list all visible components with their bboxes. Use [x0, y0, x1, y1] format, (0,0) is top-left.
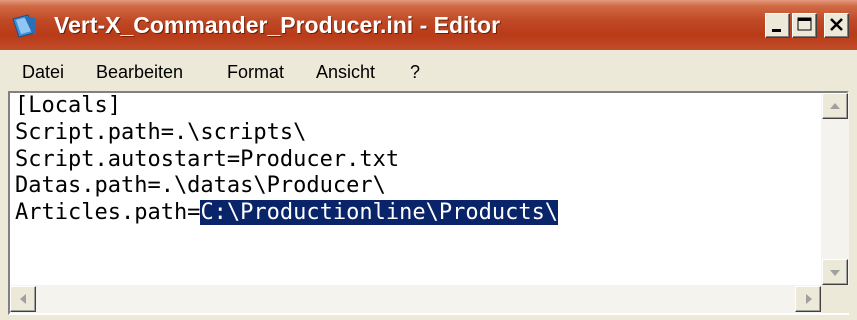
text-line: [Locals] [15, 93, 121, 118]
size-grip[interactable] [821, 285, 849, 313]
notepad-icon[interactable] [10, 13, 40, 39]
text-line-prefix: Articles.path= [15, 200, 201, 225]
arrow-left-icon [20, 294, 26, 304]
menu-help[interactable]: ? [410, 61, 420, 83]
arrow-down-icon [830, 270, 840, 276]
title-bar[interactable]: Vert-X_Commander_Producer.ini - Editor [0, 0, 857, 50]
minimize-icon [772, 29, 781, 32]
text-line: Script.path=.\scripts\ [15, 120, 307, 145]
scroll-up-button[interactable] [822, 93, 848, 119]
selected-text: C:\Productionline\Products\ [200, 200, 559, 225]
editor-window: Vert-X_Commander_Producer.ini - Editor D… [0, 0, 857, 320]
menu-datei[interactable]: Datei [22, 61, 64, 83]
maximize-button[interactable] [792, 13, 817, 38]
arrow-right-icon [806, 294, 812, 304]
text-line: Articles.path=C:\Productionline\Products… [15, 200, 559, 226]
minimize-button[interactable] [765, 13, 790, 38]
menu-ansicht[interactable]: Ansicht [316, 61, 375, 83]
menu-format[interactable]: Format [227, 61, 284, 83]
close-icon [830, 18, 843, 31]
vertical-scrollbar[interactable] [821, 93, 849, 285]
maximize-icon [797, 17, 812, 31]
arrow-up-icon [830, 103, 840, 109]
text-area[interactable]: [Locals] Script.path=.\scripts\ Script.a… [10, 93, 821, 285]
menu-bar: Datei Bearbeiten Format Ansicht ? [0, 50, 857, 91]
text-line: Script.autostart=Producer.txt [15, 147, 400, 172]
window-title: Vert-X_Commander_Producer.ini - Editor [54, 12, 501, 38]
edit-area: [Locals] Script.path=.\scripts\ Script.a… [8, 91, 849, 315]
scroll-left-button[interactable] [10, 286, 36, 312]
scroll-right-button[interactable] [795, 286, 821, 312]
horizontal-scrollbar[interactable] [10, 285, 821, 313]
text-line: Datas.path=.\datas\Producer\ [15, 173, 386, 198]
close-button[interactable] [824, 13, 849, 38]
scroll-down-button[interactable] [822, 259, 848, 285]
menu-bearbeiten[interactable]: Bearbeiten [96, 61, 183, 83]
